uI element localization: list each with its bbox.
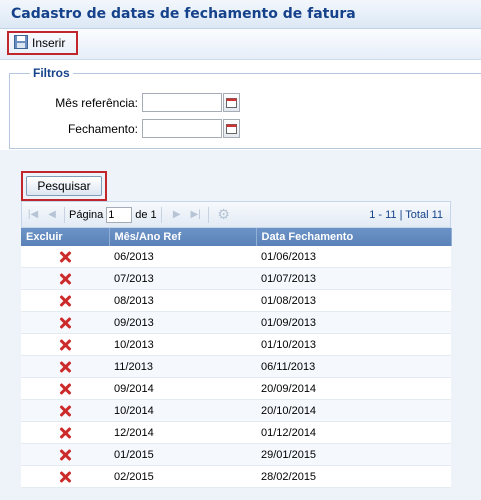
table-row[interactable]: 07/2013 01/07/2013	[21, 267, 451, 290]
data-fechamento-cell: 01/09/2013	[256, 311, 451, 334]
fechamento-label: Fechamento:	[67, 121, 138, 136]
delete-icon[interactable]	[59, 273, 71, 285]
page-count: de 1	[135, 208, 157, 221]
save-icon	[14, 34, 28, 52]
window-titlebar: Cadastro de datas de fechamento de fatur…	[0, 0, 481, 29]
results-grid: Excluir Mês/Ano Ref Data Fechamento 06/2…	[21, 228, 452, 488]
table-row[interactable]: 02/2015 28/02/2015	[21, 465, 451, 488]
separator	[207, 206, 209, 223]
first-page-icon[interactable]: |◀	[25, 207, 41, 223]
delete-icon[interactable]	[59, 339, 71, 351]
delete-cell	[21, 267, 109, 290]
delete-cell	[21, 355, 109, 378]
table-row[interactable]: 09/2014 20/09/2014	[21, 377, 451, 400]
mes-ano-ref-cell: 07/2013	[109, 267, 256, 290]
page-title: Cadastro de datas de fechamento de fatur…	[11, 6, 356, 22]
page-label: Página	[69, 208, 104, 221]
table-row[interactable]: 12/2014 01/12/2014	[21, 421, 451, 444]
separator	[160, 206, 162, 223]
separator	[64, 206, 65, 223]
table-row[interactable]: 11/2013 06/11/2013	[21, 355, 451, 378]
delete-icon[interactable]	[59, 251, 71, 263]
mes-referencia-label: Mês referência:	[55, 95, 138, 110]
prev-page-icon[interactable]: ◀	[44, 207, 60, 223]
mes-ano-ref-cell: 02/2015	[109, 465, 256, 488]
mes-referencia-input[interactable]	[142, 93, 222, 112]
mes-ano-ref-cell: 09/2013	[109, 311, 256, 334]
refresh-icon[interactable]: ⚙	[216, 206, 232, 223]
delete-cell	[21, 246, 109, 268]
table-row[interactable]: 09/2013 01/09/2013	[21, 311, 451, 334]
inserir-label: Inserir	[32, 36, 66, 50]
delete-icon[interactable]	[59, 405, 71, 417]
delete-cell	[21, 421, 109, 444]
mes-ano-ref-cell: 09/2014	[109, 377, 256, 400]
next-page-icon[interactable]: ▶	[169, 207, 185, 223]
page-number-input[interactable]	[106, 206, 133, 223]
delete-cell	[21, 289, 109, 312]
data-fechamento-cell: 06/11/2013	[256, 355, 451, 378]
mes-ano-ref-cell: 12/2014	[109, 421, 256, 444]
delete-cell	[21, 377, 109, 400]
delete-icon[interactable]	[59, 383, 71, 395]
delete-cell	[21, 465, 109, 488]
table-row[interactable]: 10/2013 01/10/2013	[21, 333, 451, 356]
data-fechamento-cell: 01/10/2013	[256, 333, 451, 356]
table-row[interactable]: 08/2013 01/08/2013	[21, 289, 451, 312]
data-fechamento-cell: 01/12/2014	[256, 421, 451, 444]
calendar-icon[interactable]	[223, 93, 240, 112]
pagination-toolbar: |◀ ◀ Página de 1 ▶ ▶| ⚙ 1 - 11 | Total 1…	[21, 201, 451, 228]
mes-ano-ref-cell: 06/2013	[109, 246, 256, 268]
pesquisar-highlight: Pesquisar	[21, 171, 107, 201]
mes-ano-ref-cell: 08/2013	[109, 289, 256, 312]
mes-ano-ref-cell: 01/2015	[109, 443, 256, 466]
last-page-icon[interactable]: ▶|	[188, 207, 204, 223]
pesquisar-button[interactable]: Pesquisar	[26, 176, 102, 196]
toolbar: Inserir	[0, 29, 481, 60]
fechamento-input[interactable]	[142, 119, 222, 138]
mes-ano-ref-cell: 10/2013	[109, 333, 256, 356]
filtros-fieldset: Filtros Mês referência: Fechamento:	[9, 66, 481, 149]
inserir-button[interactable]: Inserir	[7, 31, 78, 55]
grid-header: Excluir Mês/Ano Ref Data Fechamento	[21, 228, 452, 246]
data-fechamento-cell: 28/02/2015	[256, 465, 451, 488]
delete-cell	[21, 399, 109, 422]
data-fechamento-cell: 01/07/2013	[256, 267, 451, 290]
mes-ano-ref-cell: 11/2013	[109, 355, 256, 378]
data-fechamento-cell: 29/01/2015	[256, 443, 451, 466]
data-fechamento-cell: 20/10/2014	[256, 399, 451, 422]
delete-icon[interactable]	[59, 449, 71, 461]
delete-icon[interactable]	[59, 361, 71, 373]
data-fechamento-cell: 20/09/2014	[256, 377, 451, 400]
mes-ano-ref-cell: 10/2014	[109, 399, 256, 422]
delete-cell	[21, 443, 109, 466]
column-header-data-fechamento[interactable]: Data Fechamento	[256, 228, 452, 246]
calendar-icon[interactable]	[223, 119, 240, 138]
column-header-mes-ano-ref[interactable]: Mês/Ano Ref	[109, 228, 257, 246]
column-header-excluir[interactable]: Excluir	[21, 228, 110, 246]
delete-cell	[21, 311, 109, 334]
table-row[interactable]: 01/2015 29/01/2015	[21, 443, 451, 466]
data-fechamento-cell: 01/08/2013	[256, 289, 451, 312]
data-fechamento-cell: 01/06/2013	[256, 246, 451, 268]
results-summary: 1 - 11 | Total 11	[369, 208, 443, 221]
delete-icon[interactable]	[59, 427, 71, 439]
delete-icon[interactable]	[59, 295, 71, 307]
delete-icon[interactable]	[59, 471, 71, 483]
delete-icon[interactable]	[59, 317, 71, 329]
table-row[interactable]: 10/2014 20/10/2014	[21, 399, 451, 422]
delete-cell	[21, 333, 109, 356]
table-row[interactable]: 06/2013 01/06/2013	[21, 246, 451, 268]
filtros-legend: Filtros	[30, 66, 73, 80]
